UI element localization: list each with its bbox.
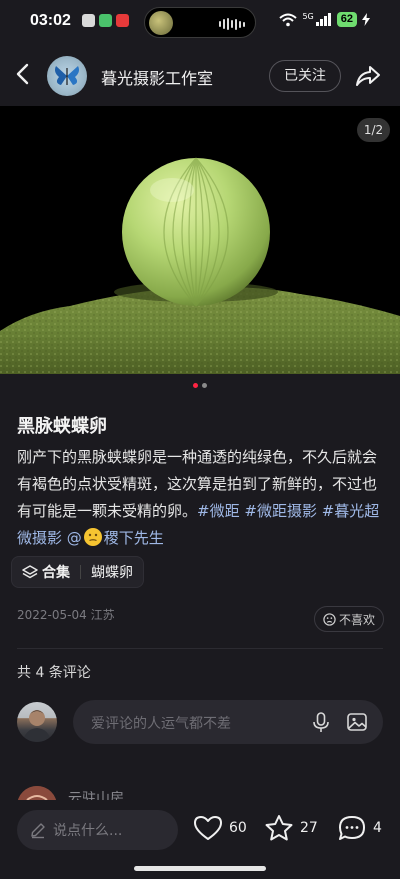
microphone-icon[interactable] — [310, 711, 332, 733]
image-picker-icon[interactable] — [346, 711, 368, 733]
comment-count: 共 4 条评论 — [17, 665, 91, 681]
author-avatar[interactable] — [47, 56, 87, 96]
follow-button[interactable]: 已关注 — [269, 60, 341, 92]
butterfly-egg-photo — [0, 106, 400, 374]
user-photo — [23, 710, 51, 742]
app-notification-icon — [99, 14, 112, 27]
charging-icon — [362, 13, 370, 26]
post-meta: 2022-05-04 江苏 — [17, 606, 115, 623]
like-button[interactable]: 60 — [193, 814, 247, 842]
section-divider — [17, 648, 383, 649]
mention-link[interactable]: @ 稷下先生 — [66, 528, 164, 547]
layers-icon — [22, 565, 38, 579]
comment-bubble-icon — [339, 816, 365, 840]
comment-button-count: 4 — [373, 820, 382, 836]
signal-icon — [315, 13, 331, 26]
post-header: 暮光摄影工作室 已关注 — [0, 44, 400, 106]
app-notification-icon — [116, 14, 129, 27]
author-name[interactable]: 暮光摄影工作室 — [101, 65, 213, 89]
comment-button[interactable]: 4 — [337, 814, 382, 842]
network-type: 5G — [302, 12, 314, 21]
status-app-icons — [82, 14, 129, 27]
comment-input[interactable]: 爱评论的人运气都不差 — [73, 700, 383, 744]
carousel-dot-active — [193, 383, 198, 388]
post-date: 2022-05-04 — [17, 608, 87, 622]
butterfly-logo-icon — [55, 66, 79, 85]
hashtag-link[interactable]: #微距摄影 — [244, 502, 317, 520]
pencil-icon — [31, 823, 45, 839]
dynamic-island[interactable] — [144, 7, 256, 38]
back-arrow-icon[interactable] — [12, 62, 36, 86]
battery-level: 62 — [336, 12, 357, 27]
favorite-count: 27 — [300, 820, 318, 836]
collection-label: 合集 — [42, 565, 70, 581]
status-time: 03:02 — [30, 12, 71, 29]
collection-name: 蝴蝶卵 — [91, 565, 133, 581]
post-body: 刚产下的黑脉蛱蝶卵是一种通透的纯绿色，不久后就会有褐色的点状受精斑，这次算是拍到… — [17, 444, 385, 552]
dislike-button[interactable]: 不喜欢 — [314, 606, 385, 632]
post-location: 江苏 — [90, 608, 115, 622]
now-playing-thumbnail — [149, 11, 173, 35]
bottom-action-bar: 说点什么... 60 27 4 — [0, 800, 400, 879]
say-something-placeholder: 说点什么... — [53, 823, 123, 839]
sad-face-icon — [323, 612, 336, 626]
status-indicators: 5G 62 — [279, 12, 370, 27]
hashtag-link[interactable]: #微距 — [197, 502, 240, 520]
divider — [80, 565, 81, 579]
carousel-dot — [202, 383, 207, 388]
home-indicator[interactable] — [134, 866, 266, 871]
audio-wave-icon — [219, 18, 245, 30]
status-bar: 03:02 5G 62 — [0, 0, 400, 44]
mention-name: 稷下先生 — [103, 529, 164, 547]
image-counter: 1/2 — [357, 118, 390, 142]
like-count: 60 — [229, 820, 247, 836]
share-icon[interactable] — [354, 62, 382, 90]
say-something-input[interactable]: 说点什么... — [17, 810, 178, 850]
favorite-button[interactable]: 27 — [264, 814, 318, 842]
post-title: 黑脉蛱蝶卵 — [17, 416, 107, 437]
dislike-label: 不喜欢 — [339, 612, 376, 627]
user-avatar[interactable] — [17, 702, 57, 742]
collection-chip[interactable]: 合集 蝴蝶卵 — [11, 556, 144, 588]
mention-symbol: @ — [66, 529, 82, 547]
emoji-face-icon — [83, 528, 102, 546]
carousel-indicator — [0, 383, 400, 388]
app-notification-icon — [82, 14, 95, 27]
star-icon — [265, 815, 293, 841]
post-image-carousel[interactable]: 1/2 — [0, 106, 400, 374]
heart-icon — [194, 816, 222, 840]
wifi-icon — [279, 13, 298, 26]
comment-input-placeholder: 爱评论的人运气都不差 — [91, 716, 231, 732]
